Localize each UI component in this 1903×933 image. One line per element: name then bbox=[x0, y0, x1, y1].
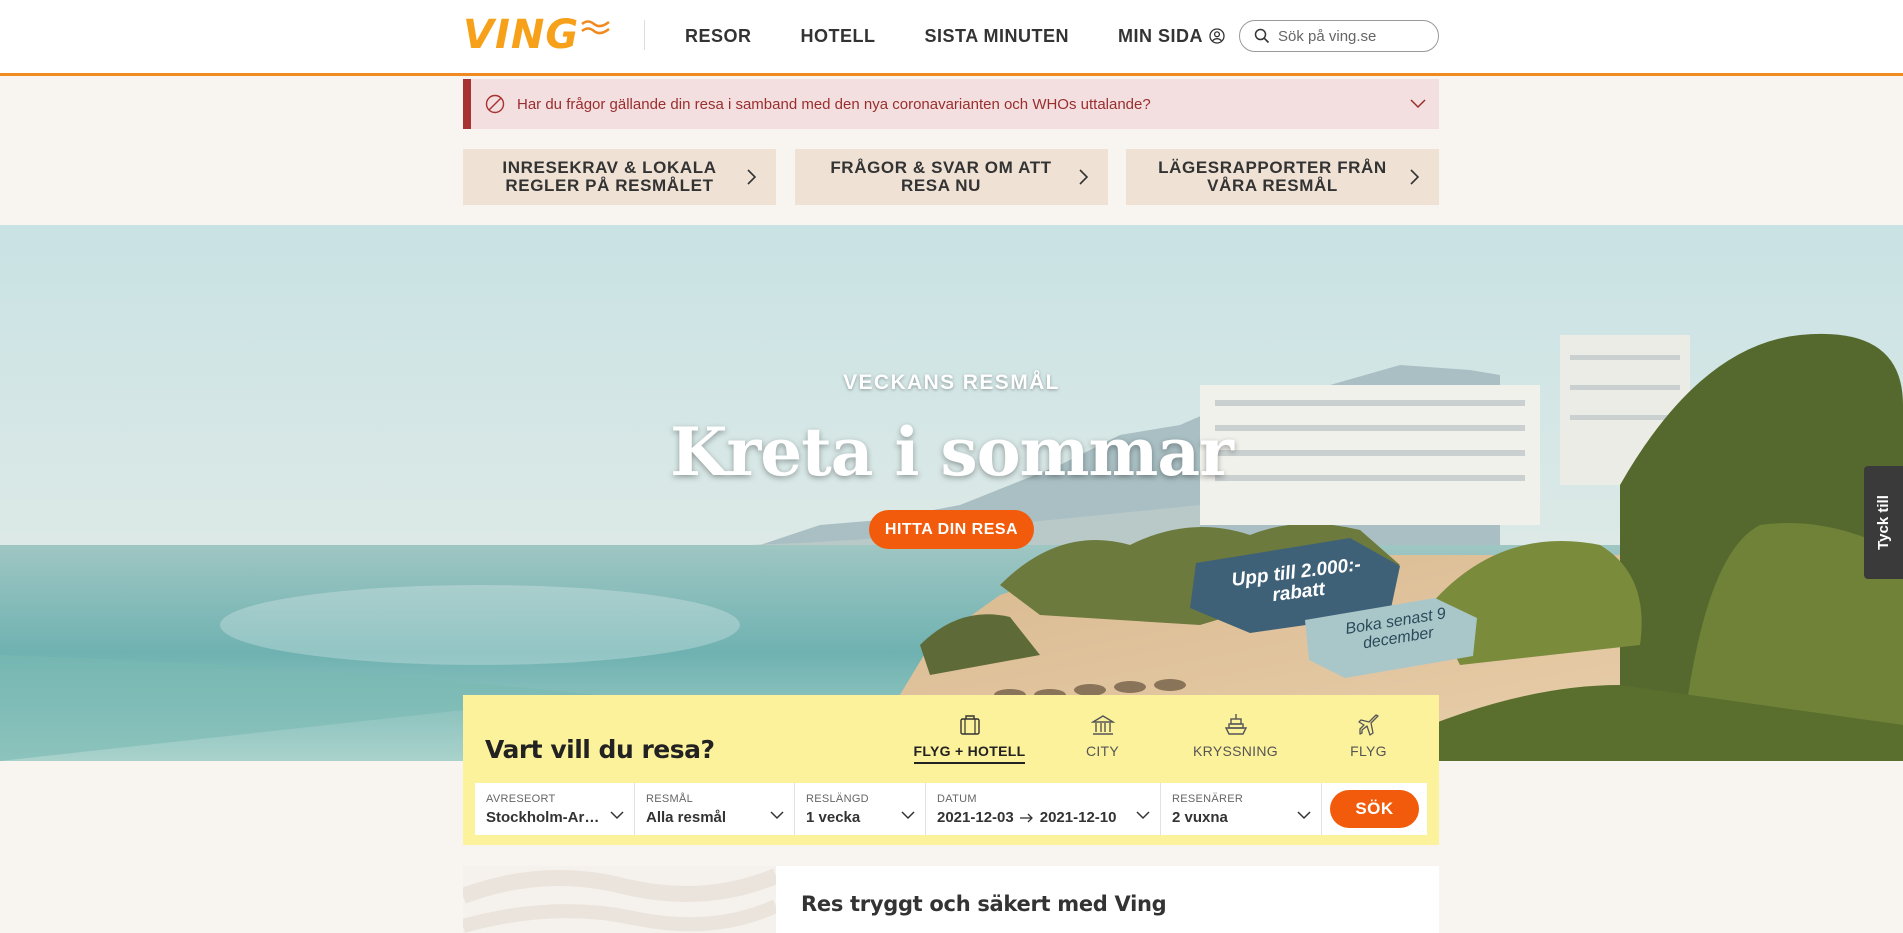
feedback-tab[interactable]: Tyck till bbox=[1864, 466, 1903, 579]
label-line2: VÅRA RESMÅL bbox=[1207, 176, 1338, 195]
tab-label: FLYG bbox=[1350, 743, 1387, 759]
date-label: DATUM bbox=[937, 793, 977, 805]
date-select[interactable]: DATUM 2021-12-03 2021-12-10 bbox=[926, 783, 1161, 835]
alert-text: Har du frågor gällande din resa i samban… bbox=[517, 95, 1151, 113]
date-range: 2021-12-03 2021-12-10 bbox=[937, 809, 1150, 826]
label-line1: INRESEKRAV & LOKALA bbox=[502, 158, 717, 177]
destination-label: RESMÅL bbox=[646, 793, 694, 805]
travelers-label: RESENÄRER bbox=[1172, 793, 1244, 805]
destination-select[interactable]: RESMÅL Alla resmål bbox=[635, 783, 795, 835]
ving-logo[interactable]: VING bbox=[463, 12, 611, 58]
user-icon bbox=[1209, 28, 1225, 44]
search-fields: AVRESEORT Stockholm-Arlanda RESMÅL Alla … bbox=[475, 783, 1427, 835]
date-from: 2021-12-03 bbox=[937, 809, 1014, 826]
corona-alert-banner[interactable]: Har du frågor gällande din resa i samban… bbox=[463, 79, 1439, 129]
card-title: Res tryggt och säkert med Ving bbox=[801, 892, 1167, 916]
logo-text: VING bbox=[463, 12, 580, 58]
chevron-down-icon bbox=[1297, 811, 1311, 820]
info-button-label: LÄGESRAPPORTER FRÅN VÅRA RESMÅL bbox=[1158, 159, 1387, 195]
tab-label: KRYSSNING bbox=[1193, 743, 1278, 759]
nav-sista-minuten[interactable]: SISTA MINUTEN bbox=[925, 26, 1070, 47]
trip-type-tabs: FLYG + HOTELL CITY KRYSSNING FLYG bbox=[903, 713, 1435, 773]
search-submit-button[interactable]: SÖK bbox=[1330, 790, 1419, 828]
info-buttons-row: INRESEKRAV & LOKALA REGLER PÅ RESMÅLET FR… bbox=[463, 149, 1439, 205]
ship-icon bbox=[1224, 714, 1247, 735]
departure-value: Stockholm-Arlanda bbox=[486, 809, 601, 826]
building-icon bbox=[1090, 715, 1115, 735]
hero-beach-image bbox=[0, 225, 1903, 761]
info-button-label: INRESEKRAV & LOKALA REGLER PÅ RESMÅLET bbox=[502, 159, 716, 195]
label-line1: LÄGESRAPPORTER FRÅN bbox=[1158, 158, 1387, 177]
hero-kicker: VECKANS RESMÅL bbox=[843, 371, 1060, 394]
nav-resor[interactable]: RESOR bbox=[685, 26, 752, 47]
duration-select[interactable]: RESLÄNGD 1 vecka bbox=[795, 783, 926, 835]
chevron-right-icon bbox=[747, 169, 757, 185]
tab-label: FLYG + HOTELL bbox=[913, 743, 1026, 764]
departure-label: AVRESEORT bbox=[486, 793, 556, 805]
search-input[interactable] bbox=[1278, 27, 1428, 45]
info-button-label: FRÅGOR & SVAR OM ATT RESA NU bbox=[830, 159, 1051, 195]
chevron-down-icon[interactable] bbox=[1409, 94, 1427, 112]
travelers-select[interactable]: RESENÄRER 2 vuxna bbox=[1161, 783, 1322, 835]
label-line2: REGLER PÅ RESMÅLET bbox=[505, 176, 714, 195]
chevron-down-icon bbox=[1136, 811, 1150, 820]
header-divider bbox=[644, 20, 645, 50]
site-header: VING RESOR HOTELL SISTA MINUTEN MIN SIDA bbox=[0, 0, 1903, 76]
nav-min-sida-label: MIN SIDA bbox=[1118, 25, 1204, 46]
hero-title: Kreta i sommar bbox=[670, 413, 1234, 491]
chevron-right-icon bbox=[1410, 169, 1420, 185]
tab-kryssning[interactable]: KRYSSNING bbox=[1169, 713, 1302, 773]
tab-flyg-hotell[interactable]: FLYG + HOTELL bbox=[903, 713, 1036, 773]
chevron-down-icon bbox=[770, 811, 784, 820]
trip-search-panel: Vart vill du resa? FLYG + HOTELL CITY KR… bbox=[463, 695, 1439, 845]
label-line1: FRÅGOR & SVAR OM ATT bbox=[830, 158, 1052, 177]
duration-value: 1 vecka bbox=[806, 809, 861, 826]
arrow-right-icon bbox=[1019, 813, 1033, 822]
tab-flyg[interactable]: FLYG bbox=[1302, 713, 1435, 773]
suitcase-icon bbox=[959, 715, 980, 735]
nav-min-sida[interactable]: MIN SIDA bbox=[1118, 26, 1225, 47]
destination-value: Alla resmål bbox=[646, 809, 727, 826]
travelers-value: 2 vuxna bbox=[1172, 809, 1228, 826]
safe-travel-card[interactable]: Res tryggt och säkert med Ving bbox=[463, 866, 1439, 933]
tab-label: CITY bbox=[1085, 743, 1120, 759]
departure-select[interactable]: AVRESEORT Stockholm-Arlanda bbox=[475, 783, 635, 835]
chevron-right-icon bbox=[1078, 169, 1088, 185]
label-line2: RESA NU bbox=[900, 176, 982, 195]
chevron-down-icon bbox=[901, 811, 915, 820]
main-nav: RESOR HOTELL SISTA MINUTEN MIN SIDA bbox=[685, 0, 1274, 72]
plane-icon bbox=[1357, 714, 1379, 736]
chevron-down-icon bbox=[610, 811, 624, 820]
panel-title: Vart vill du resa? bbox=[485, 735, 715, 764]
logo-wave-icon bbox=[581, 20, 610, 35]
feedback-label: Tyck till bbox=[1875, 495, 1892, 550]
nav-hotell[interactable]: HOTELL bbox=[801, 26, 876, 47]
date-to: 2021-12-10 bbox=[1039, 809, 1117, 826]
prohibited-icon bbox=[485, 94, 505, 114]
site-search[interactable] bbox=[1239, 20, 1439, 52]
info-button-lagesrapporter[interactable]: LÄGESRAPPORTER FRÅN VÅRA RESMÅL bbox=[1126, 149, 1439, 205]
info-button-inresekrav[interactable]: INRESEKRAV & LOKALA REGLER PÅ RESMÅLET bbox=[463, 149, 776, 205]
duration-label: RESLÄNGD bbox=[806, 793, 869, 805]
info-button-fragor-svar[interactable]: FRÅGOR & SVAR OM ATT RESA NU bbox=[794, 149, 1108, 205]
card-pattern-image bbox=[463, 866, 776, 933]
search-icon bbox=[1254, 28, 1270, 44]
hero-banner: VECKANS RESMÅL Kreta i sommar HITTA DIN … bbox=[0, 225, 1903, 761]
tab-city[interactable]: CITY bbox=[1036, 713, 1169, 773]
find-trip-button[interactable]: HITTA DIN RESA bbox=[869, 510, 1034, 549]
